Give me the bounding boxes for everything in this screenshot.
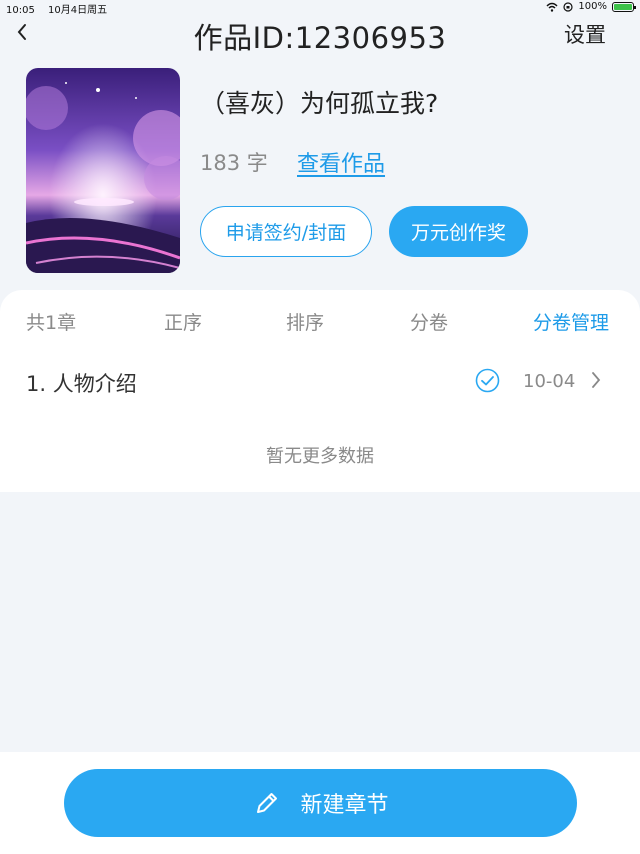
new-chapter-button[interactable]: 新建章节 <box>64 769 577 837</box>
pencil-icon <box>257 793 278 813</box>
apply-sign-cover-button[interactable]: 申请签约/封面 <box>200 206 372 257</box>
chapter-count: 共1章 <box>26 312 77 334</box>
chapter-panel: 共1章 正序 排序 分卷 分卷管理 1. 人物介绍 10-04 暂无更多数据 <box>0 290 640 492</box>
no-more-data-text: 暂无更多数据 <box>266 446 374 467</box>
volume-manage-button[interactable]: 分卷管理 <box>533 308 609 335</box>
chapter-date: 10-04 <box>523 371 576 392</box>
battery-icon <box>612 1 636 12</box>
view-work-link[interactable]: 查看作品 <box>297 146 385 178</box>
status-bar: 10:05 10月4日周五 100% <box>0 0 640 16</box>
wifi-icon <box>546 2 558 12</box>
cover-image <box>26 68 180 273</box>
word-count: 183 字 <box>200 151 268 175</box>
settings-button[interactable]: 设置 <box>564 19 606 49</box>
nav-bar: 作品ID:12306953 设置 <box>0 16 640 55</box>
chapter-row[interactable]: 1. 人物介绍 10-04 <box>0 360 640 406</box>
orientation-lock-icon <box>563 1 574 12</box>
chapter-toolbar: 共1章 正序 排序 分卷 分卷管理 <box>0 308 640 334</box>
check-circle-icon <box>475 368 500 393</box>
bottom-bar: 新建章节 <box>0 752 640 854</box>
battery-percent: 100% <box>578 1 607 12</box>
new-chapter-label: 新建章节 <box>300 793 389 818</box>
creation-award-button[interactable]: 万元创作奖 <box>389 206 528 257</box>
order-toggle[interactable]: 正序 <box>164 308 202 335</box>
work-header: （喜灰）为何孤立我? 183 字 查看作品 申请签约/封面 万元创作奖 <box>0 50 640 290</box>
work-title: （喜灰）为何孤立我? <box>200 89 439 118</box>
chevron-right-icon <box>592 372 601 388</box>
volume-button[interactable]: 分卷 <box>410 308 448 335</box>
chapter-title: 1. 人物介绍 <box>26 372 137 396</box>
sort-button[interactable]: 排序 <box>286 308 324 335</box>
